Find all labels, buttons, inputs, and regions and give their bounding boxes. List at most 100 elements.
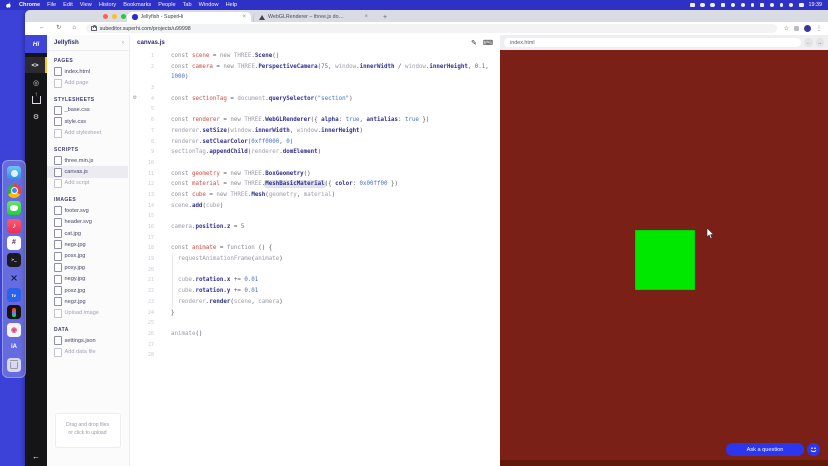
dock-item-finder[interactable] bbox=[7, 166, 21, 180]
dock-item-music[interactable]: ♪ bbox=[7, 219, 21, 233]
menu-item[interactable]: Window bbox=[199, 2, 219, 8]
code-line[interactable]: 15 bbox=[130, 211, 500, 222]
dock-item-messages[interactable] bbox=[7, 201, 21, 215]
code-line[interactable]: 17 bbox=[130, 233, 500, 244]
file-item[interactable]: footer.svg bbox=[47, 205, 128, 216]
superhi-logo[interactable]: Hi bbox=[25, 35, 47, 53]
preview-back-icon[interactable]: ← bbox=[804, 38, 813, 47]
menu-item[interactable]: View bbox=[80, 2, 92, 8]
menubar-status-icon[interactable] bbox=[710, 3, 715, 8]
profile-avatar[interactable] bbox=[804, 25, 811, 32]
add-file-action[interactable]: Add page bbox=[47, 77, 128, 88]
add-file-action[interactable]: Add stylesheet bbox=[47, 128, 128, 139]
add-file-action[interactable]: Add script bbox=[47, 178, 128, 189]
dock-item-chrome[interactable] bbox=[7, 184, 21, 198]
code-line[interactable]: 18const animate = function () { bbox=[130, 243, 500, 254]
apple-menu-icon[interactable] bbox=[6, 2, 12, 9]
dock-item-figma[interactable] bbox=[7, 305, 21, 319]
code-line[interactable]: 25 bbox=[130, 318, 500, 329]
extension-icon[interactable] bbox=[794, 26, 799, 31]
code-line[interactable]: 9sectionTag.appendChild(renderer.domElem… bbox=[130, 147, 500, 158]
file-item[interactable]: style.css bbox=[47, 116, 128, 127]
minimize-window-button[interactable] bbox=[112, 14, 117, 19]
preview-eye-icon[interactable]: ◎ bbox=[25, 75, 47, 90]
menu-item[interactable]: Help bbox=[226, 2, 238, 8]
file-item[interactable]: canvas.js bbox=[47, 166, 128, 177]
menubar-status-icon[interactable] bbox=[760, 3, 765, 8]
menubar-status-icon[interactable] bbox=[700, 3, 705, 8]
dock-item-trash[interactable] bbox=[7, 358, 21, 372]
menu-item[interactable]: History bbox=[99, 2, 116, 8]
code-line[interactable]: 5 bbox=[130, 104, 500, 115]
bookmark-star-icon[interactable]: ☆ bbox=[784, 25, 789, 32]
menu-item[interactable]: People bbox=[158, 2, 175, 8]
zoom-window-button[interactable] bbox=[121, 14, 126, 19]
menu-item[interactable]: Tab bbox=[183, 2, 192, 8]
code-line[interactable]: 24} bbox=[130, 308, 500, 319]
file-item[interactable]: cat.jpg bbox=[47, 228, 128, 239]
menubar-clock[interactable]: 19:39 bbox=[809, 2, 823, 8]
menubar-status-icon[interactable] bbox=[721, 3, 726, 8]
upload-dropzone[interactable]: Drag and drop filesor click to upload bbox=[55, 413, 121, 448]
file-item[interactable]: negy.jpg bbox=[47, 273, 128, 284]
preview-forward-icon[interactable]: → bbox=[816, 38, 825, 47]
code-line[interactable]: 14scene.add(cube) bbox=[130, 201, 500, 212]
code-line[interactable]: 26animate() bbox=[130, 329, 500, 340]
collapse-sidebar-icon[interactable]: ‹ bbox=[122, 39, 124, 46]
refresh-icon[interactable]: ↻ bbox=[56, 25, 61, 31]
menubar-status-icon[interactable] bbox=[741, 3, 746, 8]
add-file-action[interactable]: Add data file bbox=[47, 346, 128, 357]
code-line[interactable]: 28 bbox=[130, 350, 500, 361]
chat-smiley-button[interactable] bbox=[807, 443, 820, 456]
code-line[interactable]: 1const scene = new THREE.Scene() bbox=[130, 51, 500, 62]
menu-item[interactable]: File bbox=[47, 2, 56, 8]
dock-item-tv[interactable]: tv bbox=[7, 288, 21, 302]
new-tab-button[interactable]: + bbox=[380, 12, 390, 22]
file-item[interactable]: index.html bbox=[47, 66, 128, 77]
code-line[interactable]: 23 renderer.render(scene, camera) bbox=[130, 297, 500, 308]
code-line[interactable]: 7renderer.setSize(window.innerWidth, win… bbox=[130, 126, 500, 137]
code-line[interactable]: 21 cube.rotation.x += 0.01 bbox=[130, 275, 500, 286]
address-bar[interactable]: subeditor.superhi.com/projects/u99998 bbox=[86, 24, 776, 33]
file-item[interactable]: header.svg bbox=[47, 217, 128, 228]
code-line[interactable]: 22 cube.rotation.y += 0.01 bbox=[130, 286, 500, 297]
code-line[interactable]: 6const renderer = new THREE.WebGLRendere… bbox=[130, 115, 500, 126]
code-line[interactable]: 4⚙const sectionTag = document.querySelec… bbox=[130, 94, 500, 105]
menubar-status-icon[interactable] bbox=[731, 3, 736, 8]
code-line[interactable]: 10 bbox=[130, 158, 500, 169]
file-item[interactable]: posx.jpg bbox=[47, 251, 128, 262]
back-arrow-icon[interactable]: ← bbox=[25, 452, 47, 461]
dock-item-stickers[interactable]: ◉ bbox=[7, 323, 21, 337]
add-file-action[interactable]: Upload image bbox=[47, 308, 128, 319]
file-item[interactable]: _base.css bbox=[47, 105, 128, 116]
menubar-status-icon[interactable] bbox=[770, 3, 775, 8]
code-lines[interactable]: 1const scene = new THREE.Scene()2const c… bbox=[130, 51, 500, 361]
home-icon[interactable]: ⌂ bbox=[72, 25, 76, 31]
preview-url-pill[interactable]: index.html bbox=[504, 38, 801, 48]
dock-item-ia-writer[interactable]: iA bbox=[7, 340, 21, 354]
code-line[interactable]: 16camera.position.z = 5 bbox=[130, 222, 500, 233]
menubar-status-icon[interactable] bbox=[751, 3, 754, 6]
code-line[interactable]: 3 bbox=[130, 83, 500, 94]
code-line[interactable]: 19 requestAnimationFrame(animate) bbox=[130, 254, 500, 265]
file-item[interactable]: negz.jpg bbox=[47, 296, 128, 307]
dock-item-terminal[interactable]: >_ bbox=[7, 253, 21, 267]
menu-item[interactable]: Chrome bbox=[19, 2, 40, 8]
tidy-code-icon[interactable]: ✎ bbox=[471, 39, 477, 47]
code-line[interactable]: 11const geometry = new THREE.BoxGeometry… bbox=[130, 169, 500, 180]
code-line[interactable]: 27 bbox=[130, 340, 500, 351]
close-tab-icon[interactable]: × bbox=[242, 14, 246, 20]
code-line[interactable]: 12const material = new THREE.MeshBasicMa… bbox=[130, 179, 500, 190]
code-view-tab[interactable]: <> bbox=[25, 57, 47, 73]
browser-tab-jellyfish[interactable]: Jellyfish - SuperHi × bbox=[127, 12, 251, 22]
menubar-status-icon[interactable] bbox=[789, 3, 794, 8]
file-item[interactable]: three.min.js bbox=[47, 155, 128, 166]
code-line[interactable]: 8renderer.setClearColor(0xff0000, 0) bbox=[130, 137, 500, 148]
line-settings-gear-icon[interactable]: ⚙ bbox=[133, 93, 137, 104]
share-icon[interactable]: ↑ bbox=[25, 92, 47, 107]
code-line[interactable]: 2const camera = new THREE.PerspectiveCam… bbox=[130, 62, 500, 73]
close-tab-icon[interactable]: × bbox=[364, 14, 368, 20]
file-item[interactable]: negx.jpg bbox=[47, 239, 128, 250]
keyboard-shortcuts-icon[interactable]: ⌨ bbox=[483, 39, 493, 47]
menubar-status-icon[interactable] bbox=[780, 3, 783, 6]
